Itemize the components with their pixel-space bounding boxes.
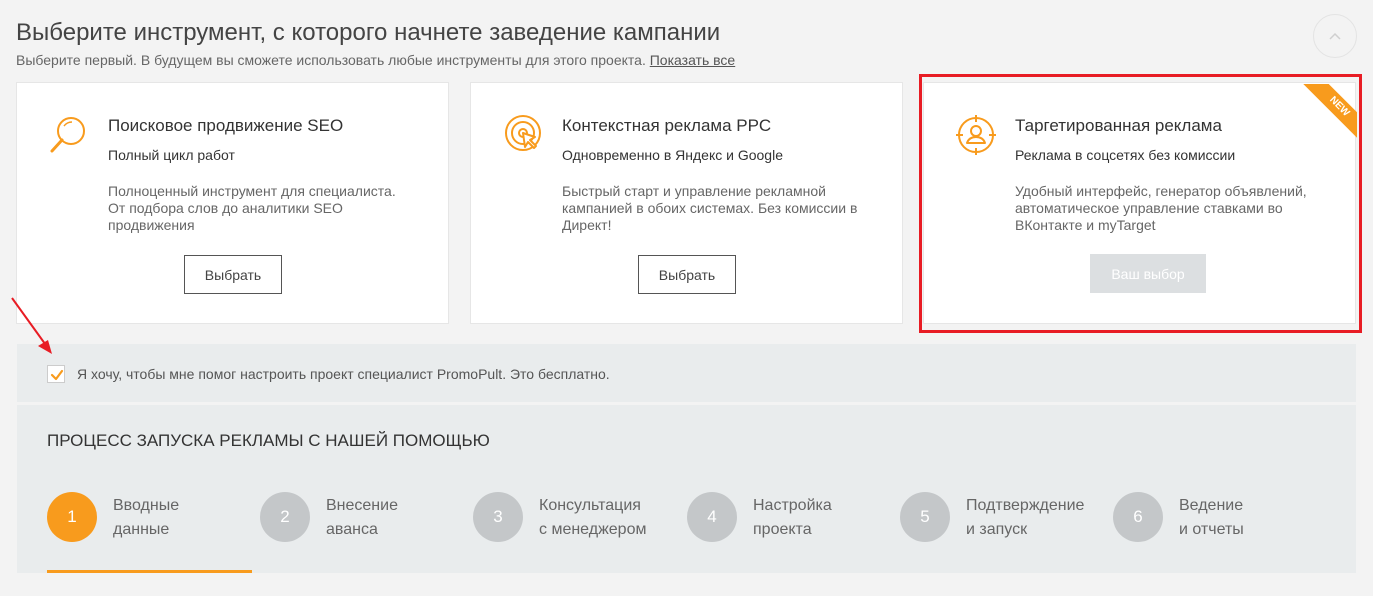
step-label: Консультация с менеджером [539, 494, 646, 542]
specialist-help-checkbox[interactable] [47, 365, 65, 383]
step-number: 2 [260, 492, 310, 542]
checkmark-icon [50, 369, 64, 381]
card-title: Контекстная реклама PPC [562, 116, 772, 135]
selection-highlight-frame [919, 74, 1362, 333]
step-label: Внесение аванса [326, 494, 398, 542]
show-all-link[interactable]: Показать все [650, 52, 735, 68]
consent-panel: Я хочу, чтобы мне помог настроить проект… [17, 344, 1356, 402]
step-label-line: Консультация [539, 497, 641, 514]
step-number: 6 [1113, 492, 1163, 542]
step-label-line: проекта [753, 521, 812, 538]
step-label-line: Вводные [113, 497, 180, 514]
step-label: Подтверждение и запуск [966, 494, 1084, 542]
page-title: Выберите инструмент, с которого начнете … [16, 19, 721, 46]
card-subtitle: Одновременно в Яндекс и Google [562, 147, 783, 163]
step-number: 5 [900, 492, 950, 542]
chevron-up-icon [1329, 32, 1341, 40]
process-panel: ПРОЦЕСС ЗАПУСКА РЕКЛАМЫ С НАШЕЙ ПОМОЩЬЮ … [17, 405, 1356, 573]
step-number: 3 [473, 492, 523, 542]
step-label: Ведение и отчеты [1179, 494, 1244, 542]
annotation-arrow-icon [11, 297, 52, 354]
step-label-line: аванса [326, 521, 378, 538]
tool-card-ppc: Контекстная реклама PPC Одновременно в Я… [470, 82, 903, 324]
step-label-line: и запуск [966, 521, 1028, 538]
card-subtitle: Полный цикл работ [108, 147, 235, 163]
step-label: Настройка проекта [753, 494, 832, 542]
card-description: Полноценный инструмент для специалиста. … [108, 183, 396, 233]
magnifier-icon [47, 113, 91, 157]
card-description: Быстрый старт и управление рекламной кам… [562, 183, 858, 233]
card-title: Поисковое продвижение SEO [108, 116, 344, 135]
step-label-line: с менеджером [539, 521, 647, 538]
page-subtitle: Выберите первый. В будущем вы сможете ис… [16, 52, 735, 68]
select-ppc-button[interactable]: Выбрать [638, 255, 736, 294]
step-label-line: Внесение [326, 497, 398, 514]
consent-label: Я хочу, чтобы мне помог настроить проект… [77, 366, 610, 382]
step-label-line: Настройка [753, 497, 832, 514]
target-cursor-icon [501, 113, 545, 157]
subtitle-text: Выберите первый. В будущем вы сможете ис… [16, 52, 646, 68]
active-step-underline [47, 570, 252, 573]
tool-card-seo: Поисковое продвижение SEO Полный цикл ра… [16, 82, 449, 324]
step-number: 1 [47, 492, 97, 542]
collapse-button[interactable] [1313, 14, 1357, 58]
process-title: ПРОЦЕСС ЗАПУСКА РЕКЛАМЫ С НАШЕЙ ПОМОЩЬЮ [47, 431, 490, 450]
select-seo-button[interactable]: Выбрать [184, 255, 282, 294]
step-label: Вводные данные [113, 494, 179, 542]
step-number: 4 [687, 492, 737, 542]
step-label-line: Ведение [1179, 497, 1244, 514]
step-label-line: Подтверждение [966, 497, 1085, 514]
step-label-line: данные [113, 521, 170, 538]
step-label-line: и отчеты [1179, 521, 1244, 538]
